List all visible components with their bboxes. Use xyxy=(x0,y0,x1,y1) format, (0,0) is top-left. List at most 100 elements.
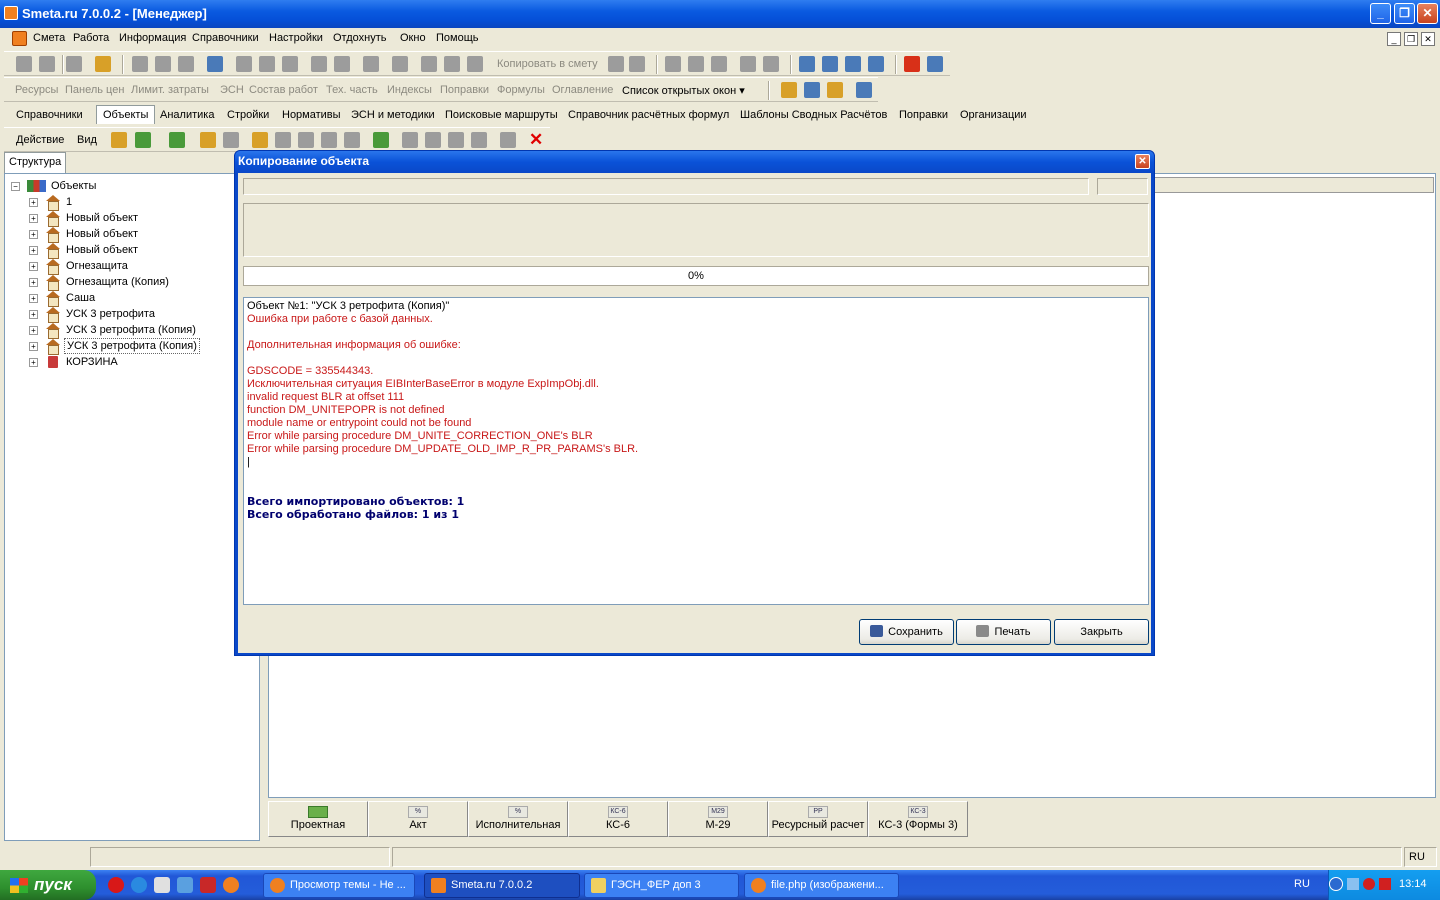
menu-info[interactable]: Информация xyxy=(119,32,186,44)
action-menu[interactable]: Действие xyxy=(16,134,64,146)
hammer-icon[interactable] xyxy=(781,82,797,98)
open-windows-dropdown[interactable]: Список открытых окон ▾ xyxy=(622,84,745,97)
close-button[interactable]: ✕ xyxy=(1417,3,1438,24)
tab-objects[interactable]: Объекты xyxy=(96,105,156,124)
tab-esn-methods[interactable]: ЭСН и методики xyxy=(351,109,435,121)
formulas-button[interactable]: Формулы xyxy=(497,84,545,96)
f3-icon[interactable] xyxy=(471,132,487,148)
menu-rabota[interactable]: Работа xyxy=(73,32,109,44)
copy-doc-icon[interactable] xyxy=(608,56,624,72)
delete-red-icon[interactable]: ✕ xyxy=(529,130,543,150)
antivirus-icon[interactable] xyxy=(1379,878,1391,890)
restore-button[interactable]: ❐ xyxy=(1394,3,1415,24)
tab-norms[interactable]: Нормативы xyxy=(282,109,341,121)
folder-up-icon[interactable] xyxy=(111,132,127,148)
opera-icon[interactable] xyxy=(108,877,124,893)
arrow-up-icon[interactable] xyxy=(822,56,838,72)
tab-references[interactable]: Справочники xyxy=(16,109,83,121)
minimize-button[interactable]: _ xyxy=(1370,3,1391,24)
refresh-icon[interactable] xyxy=(169,132,185,148)
menu-rest[interactable]: Отдохнуть xyxy=(333,32,387,44)
notepad-icon[interactable] xyxy=(154,877,170,893)
arrow-up2-icon[interactable] xyxy=(321,132,337,148)
explorer-icon[interactable] xyxy=(177,877,193,893)
tab-formula-reference[interactable]: Справочник расчётных формул xyxy=(568,109,729,121)
ie-icon[interactable] xyxy=(131,877,147,893)
copy-to-estimate-button[interactable]: Копировать в смету xyxy=(497,58,598,70)
arrow-left-icon[interactable] xyxy=(799,56,815,72)
dialog-close-button[interactable]: ✕ xyxy=(1135,154,1150,169)
tech-part-button[interactable]: Тех. часть xyxy=(326,84,378,96)
doc-tab-ks3[interactable]: КС-3 КС-3 (Формы 3) xyxy=(868,801,968,837)
language-indicator[interactable]: RU xyxy=(1294,878,1310,890)
export-icon[interactable] xyxy=(500,132,516,148)
truck-icon[interactable] xyxy=(804,82,820,98)
tab-search-routes[interactable]: Поисковые маршруты xyxy=(445,109,558,121)
tray-expand-icon[interactable] xyxy=(1329,877,1343,891)
stop-icon[interactable] xyxy=(155,56,171,72)
esn-button[interactable]: ЭСН xyxy=(220,84,244,96)
tree-list-icon[interactable] xyxy=(39,56,55,72)
block2-icon[interactable] xyxy=(711,56,727,72)
estimate-icon[interactable] xyxy=(252,132,268,148)
pct-icon[interactable] xyxy=(402,132,418,148)
machine-icon[interactable] xyxy=(856,82,872,98)
mdi-close-button[interactable]: ✕ xyxy=(1421,32,1435,46)
contents-button[interactable]: Оглавление xyxy=(552,84,613,96)
copy-icon[interactable] xyxy=(334,56,350,72)
undo-icon[interactable] xyxy=(178,56,194,72)
redo-icon[interactable] xyxy=(207,56,223,72)
tree-icon[interactable] xyxy=(16,56,32,72)
tab-constructions[interactable]: Стройки xyxy=(227,109,269,121)
m29-icon[interactable] xyxy=(425,132,441,148)
insert-icon[interactable] xyxy=(467,56,483,72)
list-icon[interactable] xyxy=(236,56,252,72)
block-a-icon[interactable] xyxy=(275,132,291,148)
firefox-icon[interactable] xyxy=(223,877,239,893)
sort2-icon[interactable] xyxy=(763,56,779,72)
import-icon[interactable] xyxy=(373,132,389,148)
calc-icon[interactable] xyxy=(66,56,82,72)
save-icon[interactable] xyxy=(132,56,148,72)
indexes-button[interactable]: Индексы xyxy=(387,84,432,96)
cut-icon[interactable] xyxy=(311,56,327,72)
move-up-icon[interactable] xyxy=(421,56,437,72)
doc-tab-ks6[interactable]: КС-6 КС-6 xyxy=(568,801,668,837)
tab-structure[interactable]: Структура xyxy=(4,152,66,173)
sort-icon[interactable] xyxy=(740,56,756,72)
taskbar-window-4[interactable]: file.php (изображени... xyxy=(744,873,899,898)
mdi-minimize-button[interactable]: _ xyxy=(1387,32,1401,46)
price-panel-button[interactable]: Панель цен xyxy=(65,84,124,96)
delete-icon[interactable] xyxy=(392,56,408,72)
taskbar-window-2[interactable]: Smeta.ru 7.0.0.2 xyxy=(424,873,580,898)
doc-tab-m29[interactable]: М29 М-29 xyxy=(668,801,768,837)
search-icon[interactable] xyxy=(95,56,111,72)
view-menu[interactable]: Вид xyxy=(77,134,97,146)
resources-button[interactable]: Ресурсы xyxy=(15,84,58,96)
start-button[interactable]: пуск xyxy=(0,870,96,900)
book-blue-icon[interactable] xyxy=(927,56,943,72)
print-button[interactable]: Печать xyxy=(956,619,1051,645)
taskbar-window-3[interactable]: ГЭСН_ФЕР доп 3 xyxy=(584,873,739,898)
list-outdent-icon[interactable] xyxy=(282,56,298,72)
doc-tab-project[interactable]: Проектная xyxy=(268,801,368,837)
block-icon[interactable] xyxy=(688,56,704,72)
arrow-down2-icon[interactable] xyxy=(344,132,360,148)
arrow-right-icon[interactable] xyxy=(868,56,884,72)
save-button[interactable]: Сохранить xyxy=(859,619,954,645)
close-dialog-button[interactable]: Закрыть xyxy=(1054,619,1149,645)
doc-tab-act[interactable]: % Акт xyxy=(368,801,468,837)
mdi-restore-button[interactable]: ❐ xyxy=(1404,32,1418,46)
menu-smeta[interactable]: Смета xyxy=(33,32,65,44)
doc-tab-executive[interactable]: % Исполнительная xyxy=(468,801,568,837)
menu-settings[interactable]: Настройки xyxy=(269,32,323,44)
new-object-icon[interactable] xyxy=(200,132,216,148)
document-icon[interactable] xyxy=(12,31,27,46)
menu-window[interactable]: Окно xyxy=(400,32,426,44)
network-icon[interactable] xyxy=(1347,878,1359,890)
list-indent-icon[interactable] xyxy=(259,56,275,72)
paste-doc-icon[interactable] xyxy=(629,56,645,72)
menu-references[interactable]: Справочники xyxy=(192,32,259,44)
block-b-icon[interactable] xyxy=(298,132,314,148)
menu-help[interactable]: Помощь xyxy=(436,32,479,44)
